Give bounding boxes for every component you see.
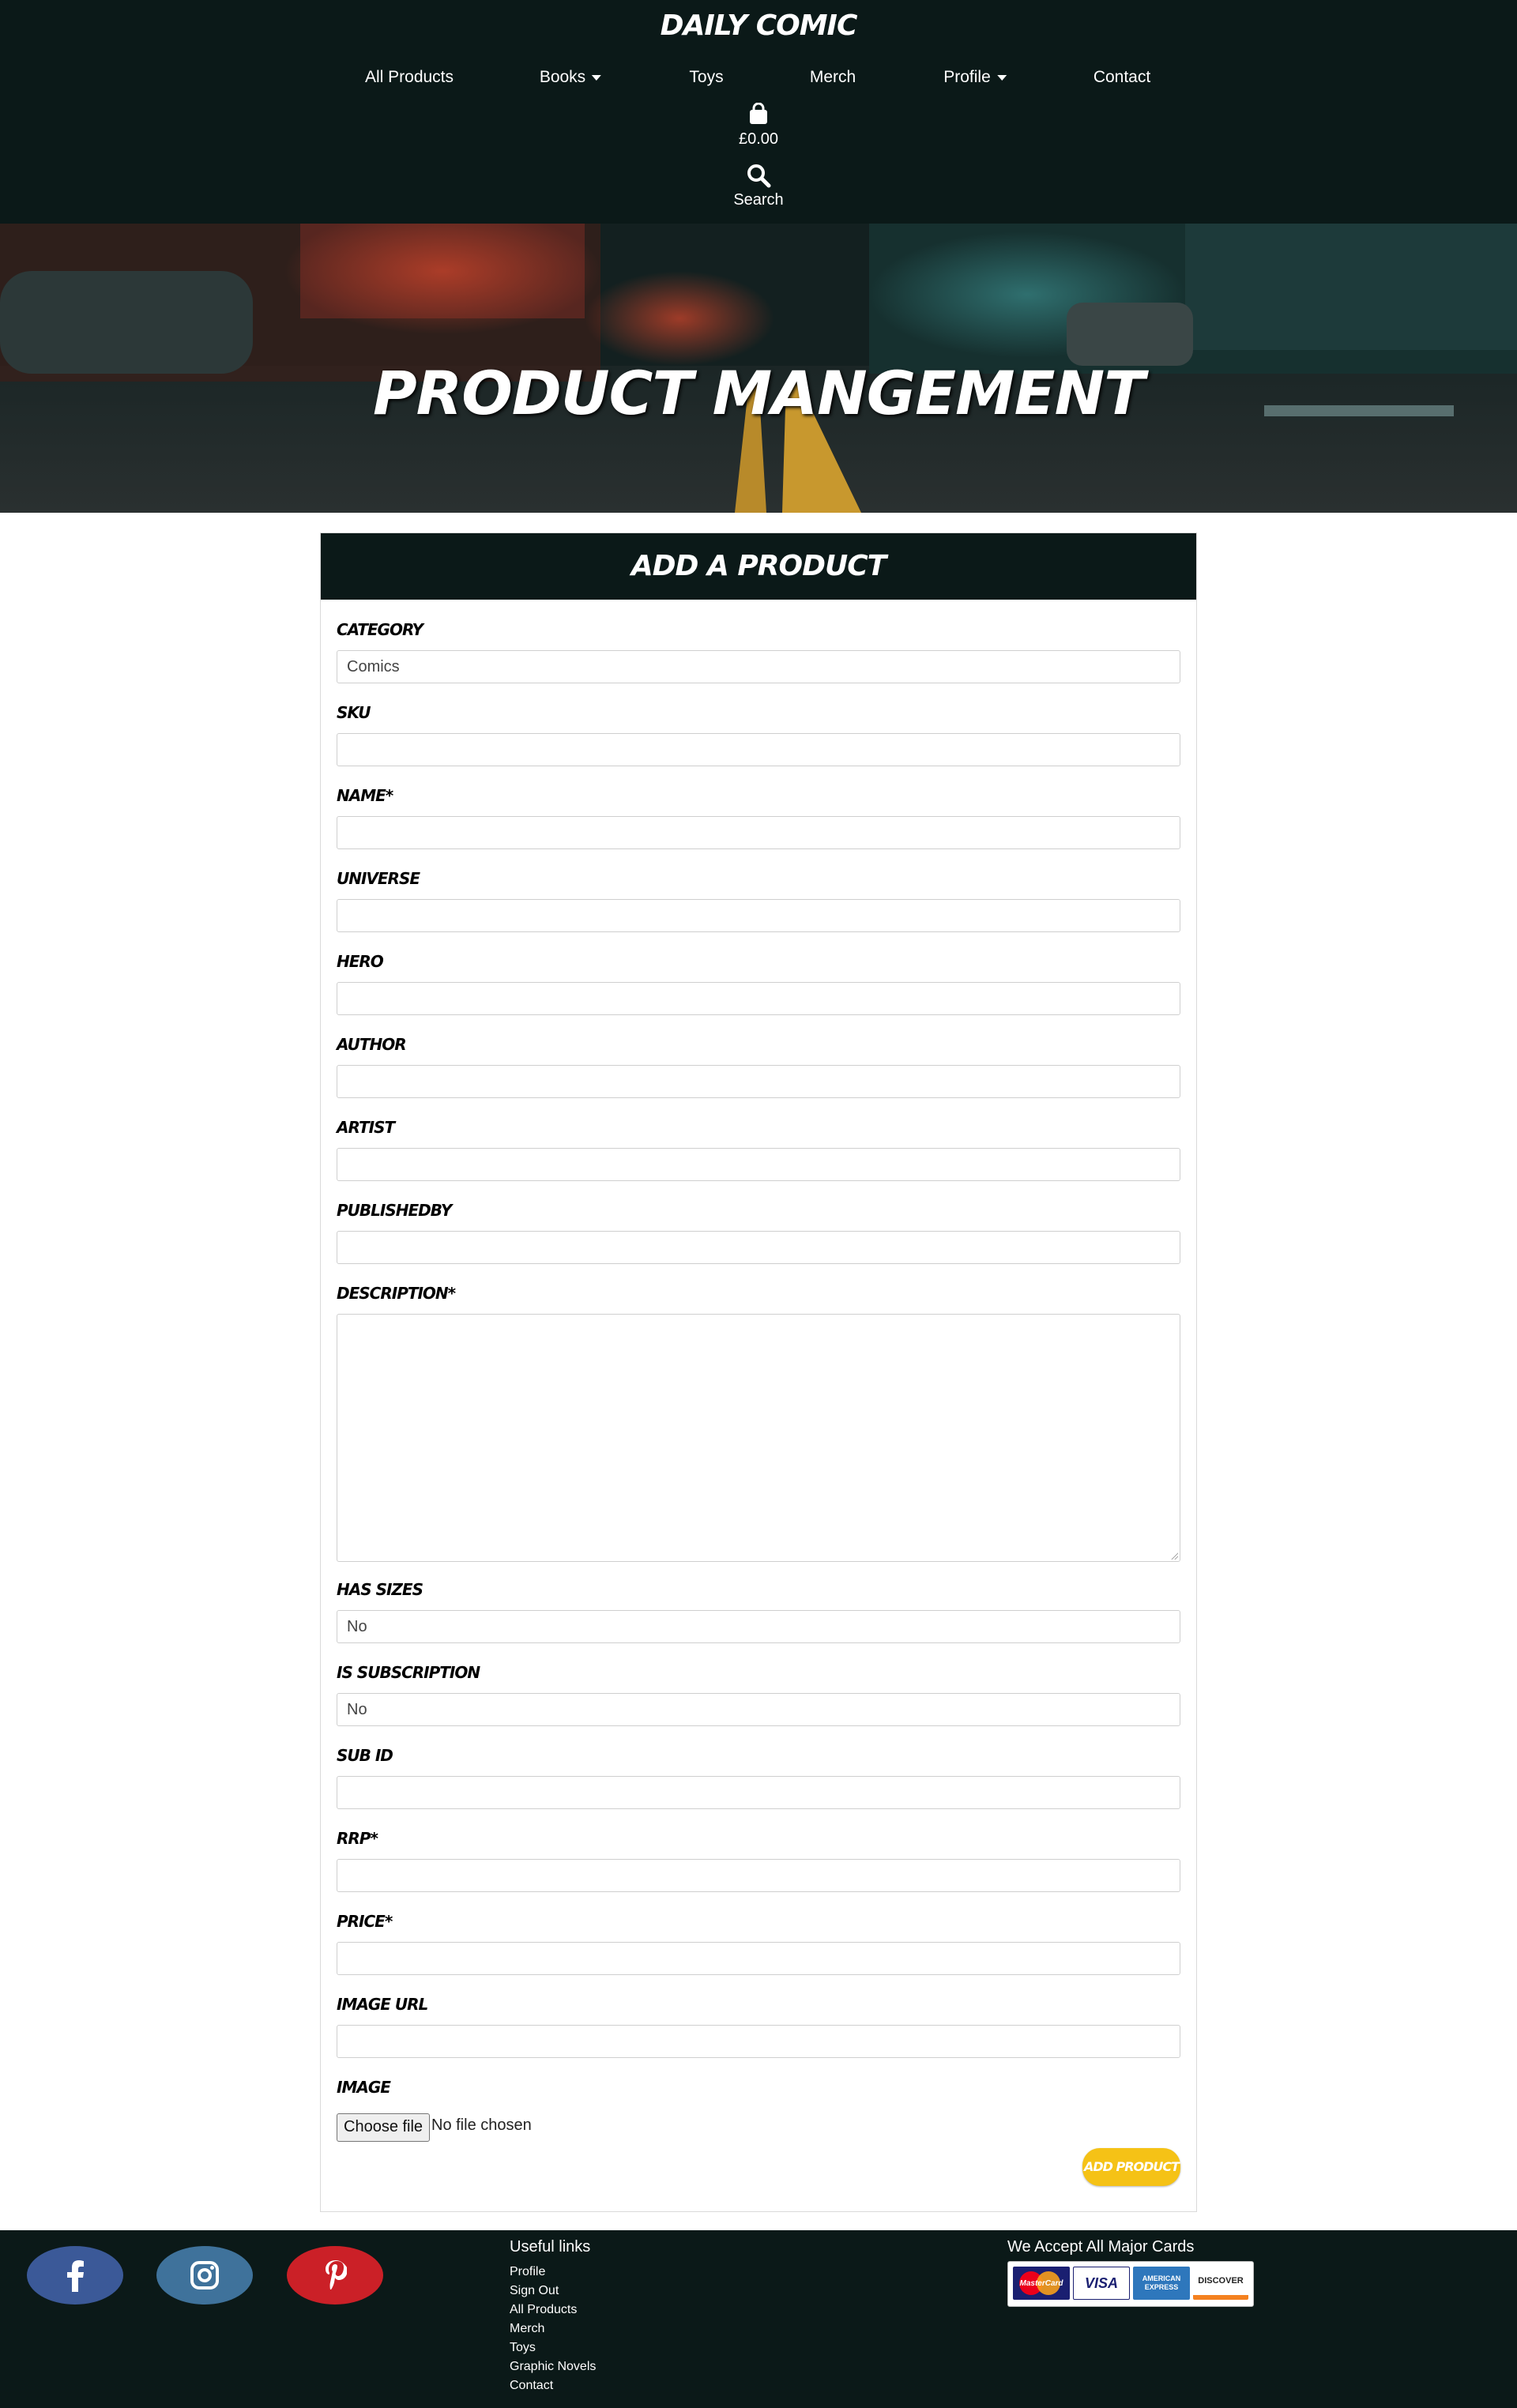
sku-input[interactable] [337,733,1180,766]
universe-input[interactable] [337,899,1180,932]
mastercard-logo: MasterCard [1013,2267,1070,2300]
brand-logo[interactable]: DAILY COMIC [0,9,1517,42]
rrp-input[interactable] [337,1859,1180,1892]
pinterest-icon[interactable] [287,2246,383,2305]
hero-banner: PRODUCT MANGEMENT [0,224,1517,513]
category-label: CATEGORY [337,620,423,639]
cart-total[interactable]: £0.00 [711,130,806,149]
sub-id-input[interactable] [337,1776,1180,1809]
nav-books-dropdown[interactable]: Books [539,68,602,87]
form-title: ADD A PRODUCT [321,533,1196,600]
nav-contact[interactable]: Contact [1094,68,1150,87]
add-product-form: ADD A PRODUCT CATEGORY Comics SKU NAME* … [320,532,1197,2212]
page-title: PRODUCT MANGEMENT [372,358,1145,428]
nav-books-label: Books [539,68,586,86]
nav-profile-dropdown[interactable]: Profile [943,68,1007,87]
resize-handle-icon[interactable] [1170,1552,1178,1560]
has-sizes-select[interactable]: No [337,1610,1180,1643]
artist-label: ARTIST [337,1118,395,1137]
footer-link-all-products[interactable]: All Products [510,2303,577,2317]
payment-cards-image: MasterCard VISA AMERICAN EXPRESS DISCOVE… [1007,2261,1254,2307]
universe-label: UNIVERSE [337,869,420,888]
nav-toys[interactable]: Toys [689,68,723,87]
sub-id-label: SUB ID [337,1746,393,1765]
search-icon[interactable] [746,163,771,192]
hero-label: HERO [337,952,384,971]
facebook-icon[interactable] [27,2246,123,2305]
main-nav: All Products Books Toys Merch Profile Co… [0,68,1517,92]
image-label: IMAGE [337,2078,391,2097]
chevron-down-icon [592,74,602,81]
choose-file-button[interactable]: Choose file [337,2113,431,2142]
footer-link-sign-out[interactable]: Sign Out [510,2284,559,2298]
visa-logo: VISA [1073,2267,1130,2300]
instagram-icon[interactable] [156,2246,253,2305]
rrp-label: RRP* [337,1829,378,1848]
publishedby-label: PUBLISHEDBY [337,1201,452,1220]
price-input[interactable] [337,1942,1180,1975]
nav-merch[interactable]: Merch [810,68,856,87]
name-label: NAME* [337,786,393,805]
hero-input[interactable] [337,982,1180,1015]
footer-link-profile[interactable]: Profile [510,2265,545,2279]
is-subscription-label: IS SUBSCRIPTION [337,1663,480,1682]
file-status: No file chosen [431,2116,532,2134]
shopping-bag-icon[interactable] [744,102,773,129]
footer-link-toys[interactable]: Toys [510,2341,536,2355]
image-url-label: IMAGE URL [337,1995,428,2014]
top-navbar: DAILY COMIC All Products Books Toys Merc… [0,0,1517,224]
nav-all-products[interactable]: All Products [365,68,454,87]
artist-input[interactable] [337,1148,1180,1181]
author-input[interactable] [337,1065,1180,1098]
sku-label: SKU [337,703,371,722]
footer-link-graphic-novels[interactable]: Graphic Novels [510,2360,596,2374]
description-label: DESCRIPTION* [337,1284,456,1303]
add-product-button[interactable]: ADD PRODUCT [1082,2148,1180,2186]
chevron-down-icon [996,74,1007,81]
has-sizes-label: HAS SIZES [337,1580,423,1599]
search-label[interactable]: Search [711,191,806,209]
footer-link-contact[interactable]: Contact [510,2379,553,2393]
amex-logo: AMERICAN EXPRESS [1133,2267,1190,2300]
description-textarea[interactable] [337,1314,1180,1562]
footer-link-merch[interactable]: Merch [510,2322,544,2336]
publishedby-input[interactable] [337,1231,1180,1264]
price-label: PRICE* [337,1912,393,1931]
author-label: AUTHOR [337,1035,407,1054]
useful-links-title: Useful links [510,2238,591,2256]
category-select[interactable]: Comics [337,650,1180,683]
discover-logo: DISCOVER [1193,2267,1248,2300]
nav-profile-label: Profile [943,68,991,86]
footer: Useful links Profile Sign Out All Produc… [0,2230,1517,2408]
cards-title: We Accept All Major Cards [1007,2238,1195,2256]
image-url-input[interactable] [337,2025,1180,2058]
name-input[interactable] [337,816,1180,849]
is-subscription-select[interactable]: No [337,1693,1180,1726]
